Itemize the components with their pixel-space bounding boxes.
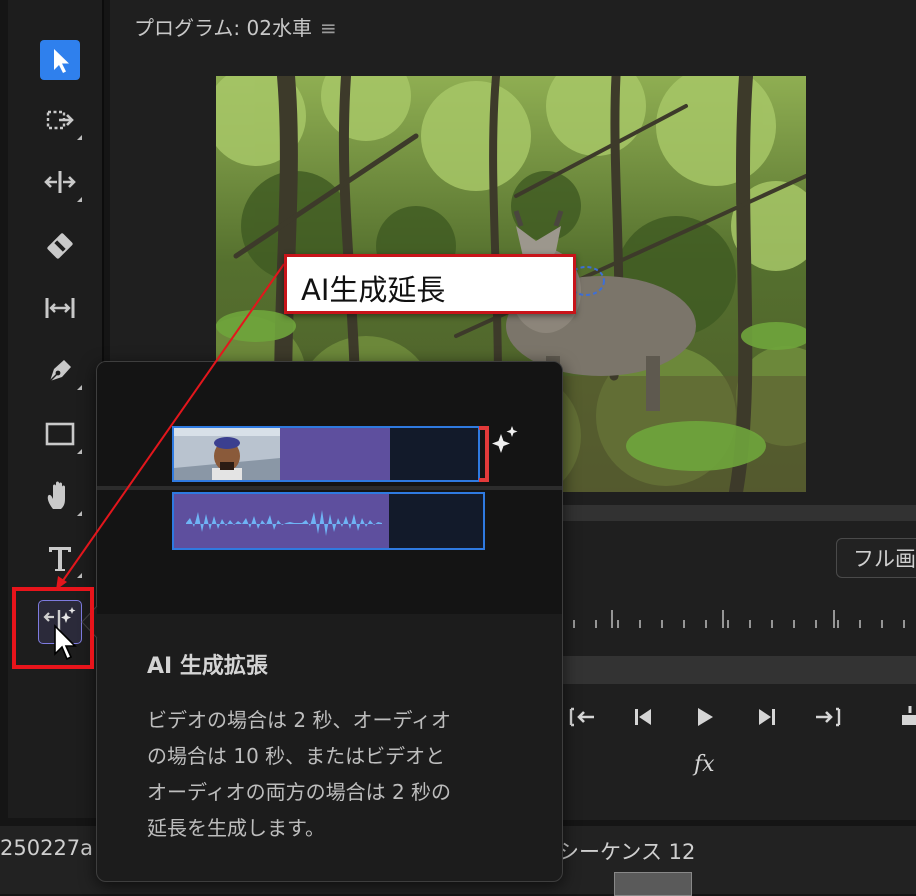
step-forward-icon — [759, 709, 775, 725]
track-divider — [97, 486, 562, 490]
submenu-corner-icon — [77, 197, 82, 202]
type-tool[interactable] — [36, 534, 84, 582]
tooltip-preview — [97, 362, 562, 614]
track-select-forward-icon — [46, 110, 74, 130]
go-to-in-button[interactable] — [568, 703, 596, 731]
hamburger-icon[interactable]: ≡ — [320, 16, 337, 40]
submenu-corner-icon — [77, 135, 82, 140]
video-clip-graphic — [174, 428, 478, 480]
mouse-cursor-icon — [54, 624, 77, 661]
submenu-corner-icon — [77, 511, 82, 516]
monitor-title-text: プログラム: 02水車 — [134, 16, 312, 40]
razor-icon — [47, 233, 73, 259]
go-to-in-icon — [569, 707, 594, 727]
pen-tool[interactable] — [36, 346, 84, 394]
go-to-out-icon — [816, 707, 841, 727]
step-back-button[interactable] — [630, 703, 658, 731]
track-select-tool[interactable] — [36, 96, 84, 144]
rectangle-icon — [45, 422, 75, 446]
tooltip-description-line: オーディオの両方の場合は 2 秒の — [147, 780, 452, 804]
tool-tooltip: AI 生成拡張 ビデオの場合は 2 秒、オーディオ の場合は 10 秒、またはビ… — [96, 361, 563, 882]
arrow-pointer-icon — [54, 49, 69, 73]
video-clip-preview — [172, 426, 480, 482]
hand-icon — [47, 481, 65, 509]
slip-icon — [45, 298, 75, 318]
fx-badge[interactable]: fx — [694, 752, 715, 777]
ripple-edit-icon — [44, 171, 76, 193]
audio-clip-preview — [172, 492, 485, 550]
rectangle-tool[interactable] — [36, 410, 84, 458]
tooltip-description-line: 延長を生成します。 — [147, 816, 325, 840]
go-to-out-button[interactable] — [814, 703, 842, 731]
generative-extend-handle-icon — [479, 426, 518, 482]
project-item-name[interactable]: 250227a — [0, 836, 93, 860]
step-forward-button[interactable] — [752, 703, 780, 731]
slip-tool[interactable] — [36, 284, 84, 332]
type-icon — [49, 547, 71, 571]
monitor-title[interactable]: プログラム: 02水車 ≡ — [134, 12, 337, 41]
playhead-track[interactable] — [560, 656, 916, 684]
annotation-callout: AI生成延長 — [284, 254, 576, 314]
tools-panel — [8, 0, 104, 818]
sequence-tab[interactable]: シーケンス 12 — [558, 836, 695, 866]
tooltip-title: AI 生成拡張 — [147, 654, 268, 679]
tooltip-description-line: ビデオの場合は 2 秒、オーディオ — [147, 708, 452, 732]
callout-label: AI生成延長 — [301, 273, 446, 307]
play-icon — [698, 708, 713, 726]
hand-tool[interactable] — [36, 472, 84, 520]
razor-tool[interactable] — [36, 222, 84, 270]
submenu-corner-icon — [77, 449, 82, 454]
play-button[interactable] — [690, 703, 718, 731]
tooltip-description-line: の場合は 10 秒、またはビデオと — [147, 744, 446, 768]
submenu-corner-icon — [77, 385, 82, 390]
selection-tool[interactable] — [36, 36, 84, 84]
submenu-corner-icon — [77, 573, 82, 578]
lift-button[interactable] — [896, 703, 916, 731]
fit-dropdown[interactable]: フル画 — [836, 538, 916, 578]
audio-waveform — [174, 494, 483, 548]
time-ruler[interactable] — [566, 606, 916, 636]
ripple-edit-tool[interactable] — [36, 158, 84, 206]
lift-icon — [902, 706, 916, 725]
ruler-ticks — [573, 610, 905, 628]
step-back-icon — [635, 709, 651, 725]
timeline-scroll-thumb[interactable] — [614, 872, 692, 896]
tooltip-description: ビデオの場合は 2 秒、オーディオ の場合は 10 秒、またはビデオと オーディ… — [147, 702, 517, 846]
pen-icon — [49, 360, 71, 382]
